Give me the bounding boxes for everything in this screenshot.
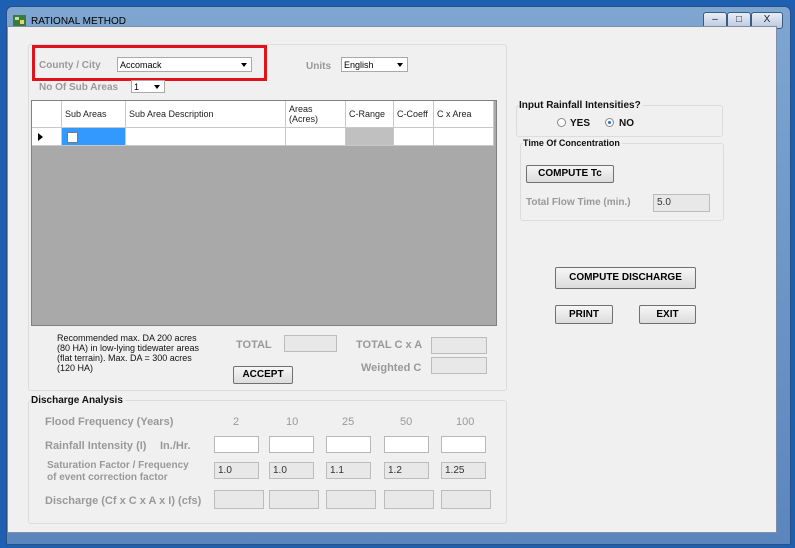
- units-label: Units: [306, 61, 331, 72]
- intensity-unit: In./Hr.: [160, 440, 191, 452]
- intensity-input-100[interactable]: [441, 436, 486, 453]
- weighted-c-label: Weighted C: [361, 362, 422, 374]
- tc-title: Time Of Concentration: [523, 138, 622, 148]
- chevron-down-icon: [397, 63, 403, 67]
- table-header[interactable]: Sub Area Description: [126, 101, 286, 128]
- no-radio[interactable]: [605, 118, 614, 127]
- table-cell-cxarea[interactable]: [434, 128, 494, 146]
- total-field: [284, 335, 337, 352]
- yes-label[interactable]: YES: [570, 118, 590, 129]
- discharge-value-50: [384, 490, 434, 509]
- highlight-annotation: [32, 45, 267, 81]
- flood-frequency-label: Flood Frequency (Years): [45, 416, 174, 428]
- subareas-select[interactable]: 1: [131, 80, 165, 93]
- frequency-50: 50: [400, 416, 413, 428]
- table-header[interactable]: C-Coeff: [394, 101, 434, 128]
- current-row-icon: [38, 133, 43, 141]
- total-cxa-label: TOTAL C x A: [356, 339, 423, 351]
- exit-button[interactable]: EXIT: [639, 305, 696, 324]
- accept-button[interactable]: ACCEPT: [233, 366, 293, 384]
- table-header[interactable]: C x Area: [434, 101, 494, 128]
- total-cxa-field: [431, 337, 487, 354]
- intensity-input-10[interactable]: [269, 436, 314, 453]
- table-cell-areas[interactable]: [286, 128, 346, 146]
- subarea-table[interactable]: Sub Areas Sub Area Description Areas (Ac…: [31, 100, 497, 326]
- discharge-value-25: [326, 490, 376, 509]
- discharge-title: Discharge Analysis: [31, 395, 125, 406]
- rainfall-title: Input Rainfall Intensities?: [519, 100, 643, 111]
- table-header[interactable]: C-Range: [346, 101, 394, 128]
- saturation-value-100: 1.25: [441, 462, 486, 479]
- row-selector[interactable]: [32, 128, 62, 146]
- frequency-2: 2: [233, 416, 240, 428]
- print-button[interactable]: PRINT: [555, 305, 613, 324]
- yes-radio[interactable]: [557, 118, 566, 127]
- frequency-10: 10: [286, 416, 299, 428]
- recommendation-note: Recommended max. DA 200 acres (80 HA) in…: [57, 333, 200, 373]
- row-header-corner: [32, 101, 62, 128]
- saturation-label-line2: of event correction factor: [47, 472, 168, 483]
- frequency-100: 100: [456, 416, 475, 428]
- intensity-input-50[interactable]: [384, 436, 429, 453]
- subareas-value: 1: [134, 82, 140, 92]
- weighted-c-field: [431, 357, 487, 374]
- total-label: TOTAL: [236, 339, 272, 351]
- saturation-value-2: 1.0: [214, 462, 259, 479]
- saturation-value-25: 1.1: [326, 462, 371, 479]
- flow-time-label: Total Flow Time (min.): [526, 197, 631, 208]
- discharge-value-100: [441, 490, 491, 509]
- table-header[interactable]: Sub Areas: [62, 101, 126, 128]
- subareas-label: No Of Sub Areas: [39, 82, 119, 93]
- saturation-label-line1: Saturation Factor / Frequency: [47, 460, 189, 471]
- intensity-label: Rainfall Intensity (I): [45, 440, 147, 452]
- frequency-25: 25: [342, 416, 355, 428]
- saturation-value-50: 1.2: [384, 462, 429, 479]
- compute-discharge-button[interactable]: COMPUTE DISCHARGE: [555, 267, 696, 289]
- intensity-input-2[interactable]: [214, 436, 259, 453]
- units-select[interactable]: English: [341, 57, 408, 72]
- discharge-label: Discharge (Cf x C x A x I) (cfs): [45, 495, 202, 507]
- saturation-value-10: 1.0: [269, 462, 314, 479]
- table-header[interactable]: Areas (Acres): [286, 101, 346, 128]
- no-label[interactable]: NO: [619, 118, 634, 129]
- subarea-checkbox[interactable]: [67, 132, 78, 143]
- radio-selected-dot: [608, 121, 611, 124]
- intensity-input-25[interactable]: [326, 436, 371, 453]
- chevron-down-icon: [154, 85, 160, 89]
- table-cell-crange: [346, 128, 394, 146]
- compute-tc-button[interactable]: COMPUTE Tc: [526, 165, 614, 183]
- discharge-value-2: [214, 490, 264, 509]
- discharge-value-10: [269, 490, 319, 509]
- units-value: English: [344, 60, 374, 70]
- app-icon: [13, 15, 26, 26]
- table-cell-subarea[interactable]: [62, 128, 126, 146]
- table-cell-description[interactable]: [126, 128, 286, 146]
- table-cell-ccoeff[interactable]: [394, 128, 434, 146]
- flow-time-field: 5.0: [653, 194, 710, 212]
